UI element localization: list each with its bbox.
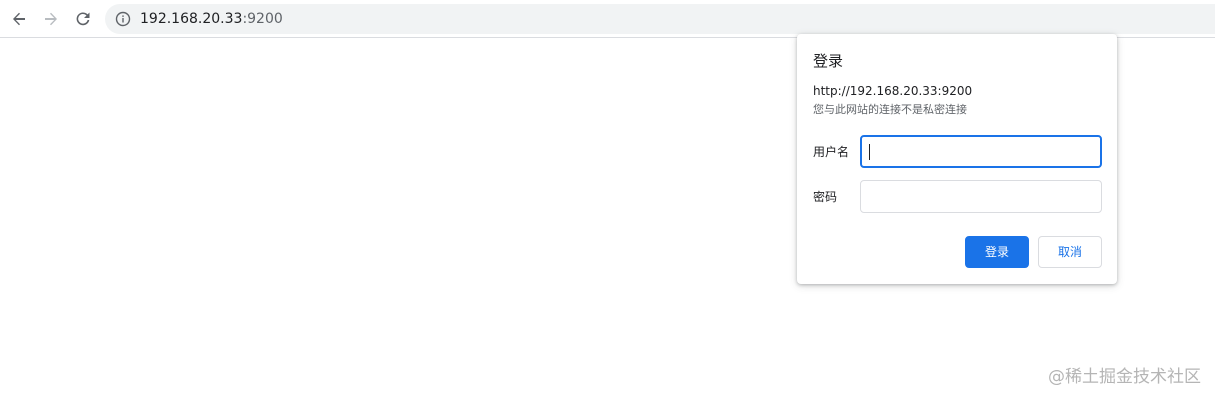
info-icon[interactable] [115, 11, 131, 27]
reload-icon [76, 12, 90, 26]
dialog-origin: http://192.168.20.33:9200 [813, 84, 973, 98]
cancel-button[interactable]: 取消 [1038, 236, 1102, 268]
auth-dialog: 登录 http://192.168.20.33:9200 您与此网站的连接不是私… [797, 34, 1117, 284]
username-label: 用户名 [813, 145, 850, 159]
url-text[interactable]: 192.168.20.33:9200 [140, 10, 283, 28]
dialog-title: 登录 [813, 52, 844, 70]
arrow-left-icon [13, 12, 25, 26]
password-field[interactable] [860, 180, 1102, 213]
password-label: 密码 [813, 190, 838, 204]
url-host: 192.168.20.33 [140, 11, 243, 27]
browser-window: 192.168.20.33:9200 登录 http://192.168.20.… [0, 0, 1215, 401]
back-button[interactable] [5, 5, 33, 33]
watermark: @稀土掘金技术社区 [1048, 367, 1201, 387]
connection-warning: 您与此网站的连接不是私密连接 [813, 103, 967, 116]
browser-toolbar: 192.168.20.33:9200 [0, 0, 1215, 38]
login-button[interactable]: 登录 [965, 236, 1029, 268]
forward-button[interactable] [37, 5, 65, 33]
url-port: :9200 [242, 11, 283, 27]
arrow-right-icon [45, 12, 57, 26]
address-bar[interactable]: 192.168.20.33:9200 [105, 4, 1215, 34]
reload-button[interactable] [69, 5, 97, 33]
text-cursor [869, 144, 870, 160]
username-field[interactable] [860, 135, 1102, 168]
